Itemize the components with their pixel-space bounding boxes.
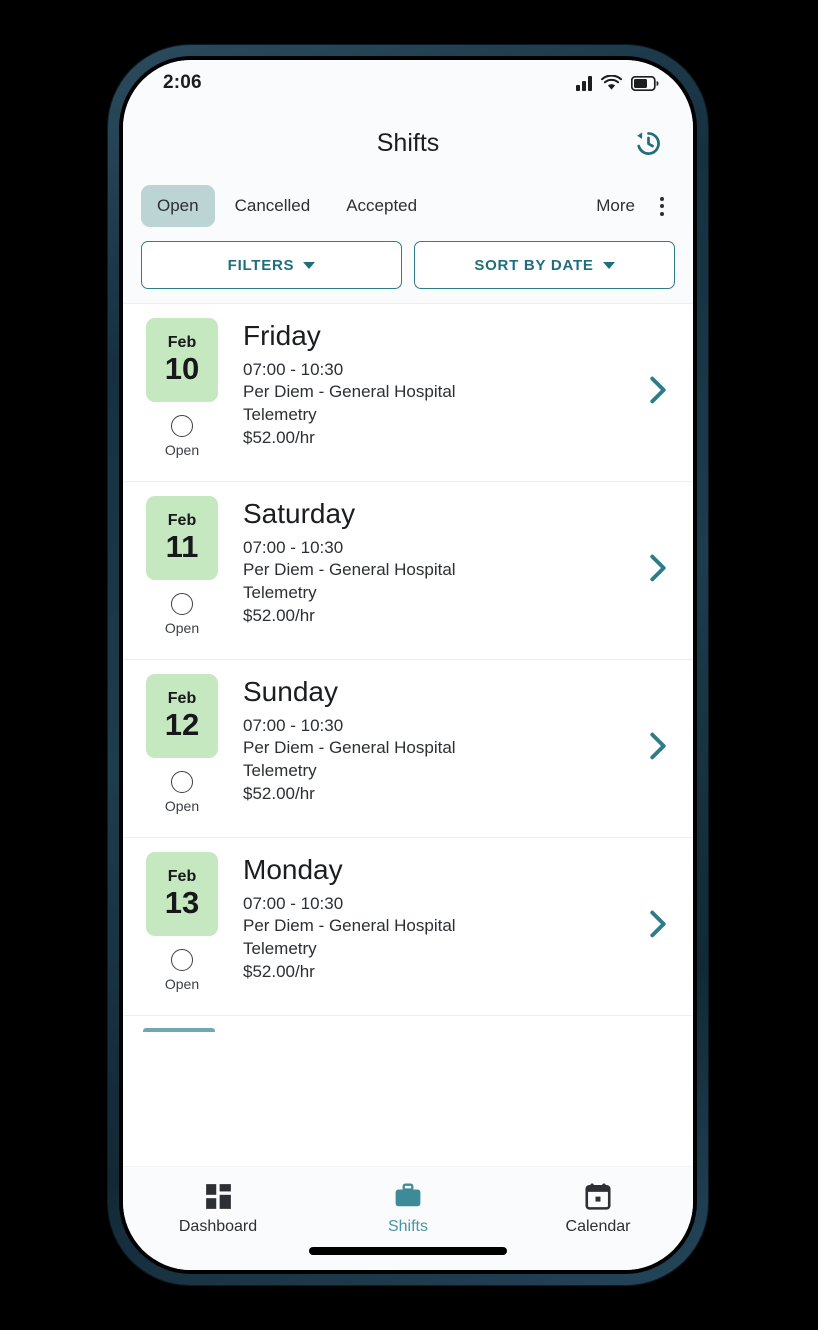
grid-dashboard-icon	[205, 1181, 232, 1211]
wifi-icon	[601, 75, 622, 91]
date-month: Feb	[167, 867, 197, 885]
shift-facility: Per Diem - General Hospital	[243, 738, 456, 758]
shift-weekday: Sunday	[243, 676, 338, 707]
battery-icon	[631, 76, 659, 91]
shift-info: Sunday 07:00 - 10:30 Per Diem - General …	[221, 674, 635, 806]
shift-status-label: Open	[164, 442, 200, 458]
date-day: 12	[164, 707, 200, 743]
partial-date-badge	[143, 1028, 215, 1032]
tab-more[interactable]: More	[580, 185, 651, 227]
shift-time: 07:00 - 10:30	[243, 715, 344, 735]
shift-rate: $52.00/hr	[243, 783, 315, 803]
chevron-right-icon[interactable]	[645, 730, 671, 767]
date-badge: Feb 13	[146, 852, 218, 936]
nav-label-shifts: Shifts	[387, 1218, 428, 1235]
filters-button-label: FILTERS	[227, 256, 295, 274]
history-icon[interactable]	[629, 124, 667, 162]
status-circle-icon	[171, 949, 193, 971]
more-tab-group: More	[580, 185, 675, 227]
shift-unit: Telemetry	[243, 583, 317, 603]
nav-item-shifts[interactable]: Shifts	[333, 1181, 483, 1236]
date-column: Feb 12 Open	[143, 674, 221, 814]
shift-weekday: Monday	[243, 854, 343, 885]
nav-label-dashboard: Dashboard	[178, 1218, 258, 1235]
filter-row: FILTERS SORT BY DATE	[123, 241, 693, 303]
shift-card[interactable]: Feb 13 Open Monday 07:00 - 10:30 Per Die…	[123, 837, 693, 1015]
shift-status-label: Open	[164, 976, 200, 992]
status-circle-icon	[171, 415, 193, 437]
phone-bezel: 2:06 Shifts Open Cancelled Accepted More…	[119, 56, 697, 1274]
cellular-signal-icon	[576, 75, 592, 91]
date-day: 11	[165, 529, 199, 565]
shift-facility: Per Diem - General Hospital	[243, 560, 456, 580]
status-bar-time: 2:06	[163, 72, 202, 93]
date-badge: Feb 11	[146, 496, 218, 580]
shift-time: 07:00 - 10:30	[243, 893, 344, 913]
status-bar-icons	[576, 75, 659, 91]
shift-info: Saturday 07:00 - 10:30 Per Diem - Genera…	[221, 496, 635, 628]
shift-card[interactable]: Feb 10 Open Friday 07:00 - 10:30 Per Die…	[123, 303, 693, 481]
phone-screen: 2:06 Shifts Open Cancelled Accepted More…	[123, 60, 693, 1270]
status-bar: 2:06	[123, 60, 693, 106]
shift-info: Monday 07:00 - 10:30 Per Diem - General …	[221, 852, 635, 984]
date-column: Feb 13 Open	[143, 852, 221, 992]
shift-status-label: Open	[164, 798, 200, 814]
shift-unit: Telemetry	[243, 761, 317, 781]
date-column: Feb 11 Open	[143, 496, 221, 636]
shift-info: Friday 07:00 - 10:30 Per Diem - General …	[221, 318, 635, 450]
shift-card[interactable]: Feb 12 Open Sunday 07:00 - 10:30 Per Die…	[123, 659, 693, 837]
shift-unit: Telemetry	[243, 405, 317, 425]
tab-accepted[interactable]: Accepted	[330, 185, 433, 227]
status-tab-bar: Open Cancelled Accepted More	[123, 180, 693, 241]
date-badge: Feb 10	[146, 318, 218, 402]
shift-facility: Per Diem - General Hospital	[243, 382, 456, 402]
shift-time: 07:00 - 10:30	[243, 359, 344, 379]
calendar-icon	[585, 1181, 611, 1211]
briefcase-icon	[394, 1181, 422, 1211]
shift-facility: Per Diem - General Hospital	[243, 916, 456, 936]
kebab-menu-icon[interactable]	[653, 193, 675, 219]
page-title: Shifts	[376, 128, 440, 157]
shift-list[interactable]: Feb 10 Open Friday 07:00 - 10:30 Per Die…	[123, 303, 693, 1166]
date-month: Feb	[167, 689, 197, 707]
tab-open[interactable]: Open	[141, 185, 215, 227]
app-header: Shifts	[123, 106, 693, 180]
tab-cancelled[interactable]: Cancelled	[219, 185, 327, 227]
date-month: Feb	[167, 511, 197, 529]
date-month: Feb	[167, 333, 197, 351]
nav-label-calendar: Calendar	[565, 1218, 631, 1235]
shift-time: 07:00 - 10:30	[243, 537, 344, 557]
chevron-right-icon[interactable]	[645, 552, 671, 589]
partial-shift-card[interactable]	[123, 1015, 693, 1041]
status-circle-icon	[171, 593, 193, 615]
shift-rate: $52.00/hr	[243, 427, 315, 447]
chevron-down-icon	[303, 261, 316, 269]
date-column: Feb 10 Open	[143, 318, 221, 458]
shift-unit: Telemetry	[243, 939, 317, 959]
shift-rate: $52.00/hr	[243, 961, 315, 981]
nav-item-dashboard[interactable]: Dashboard	[143, 1181, 293, 1236]
shift-rate: $52.00/hr	[243, 605, 315, 625]
date-badge: Feb 12	[146, 674, 218, 758]
status-circle-icon	[171, 771, 193, 793]
date-day: 13	[164, 885, 200, 921]
shift-card[interactable]: Feb 11 Open Saturday 07:00 - 10:30 Per D…	[123, 481, 693, 659]
sort-button-label: SORT BY DATE	[474, 256, 594, 274]
shift-weekday: Friday	[243, 320, 321, 351]
shift-status-label: Open	[164, 620, 200, 636]
home-indicator[interactable]	[309, 1247, 507, 1255]
phone-frame: 2:06 Shifts Open Cancelled Accepted More…	[108, 45, 708, 1285]
filters-button[interactable]: FILTERS	[141, 241, 402, 289]
chevron-down-icon	[602, 261, 615, 269]
sort-by-date-button[interactable]: SORT BY DATE	[414, 241, 675, 289]
chevron-right-icon[interactable]	[645, 908, 671, 945]
chevron-right-icon[interactable]	[645, 374, 671, 411]
date-day: 10	[164, 351, 200, 387]
nav-item-calendar[interactable]: Calendar	[523, 1181, 673, 1236]
shift-weekday: Saturday	[243, 498, 356, 529]
